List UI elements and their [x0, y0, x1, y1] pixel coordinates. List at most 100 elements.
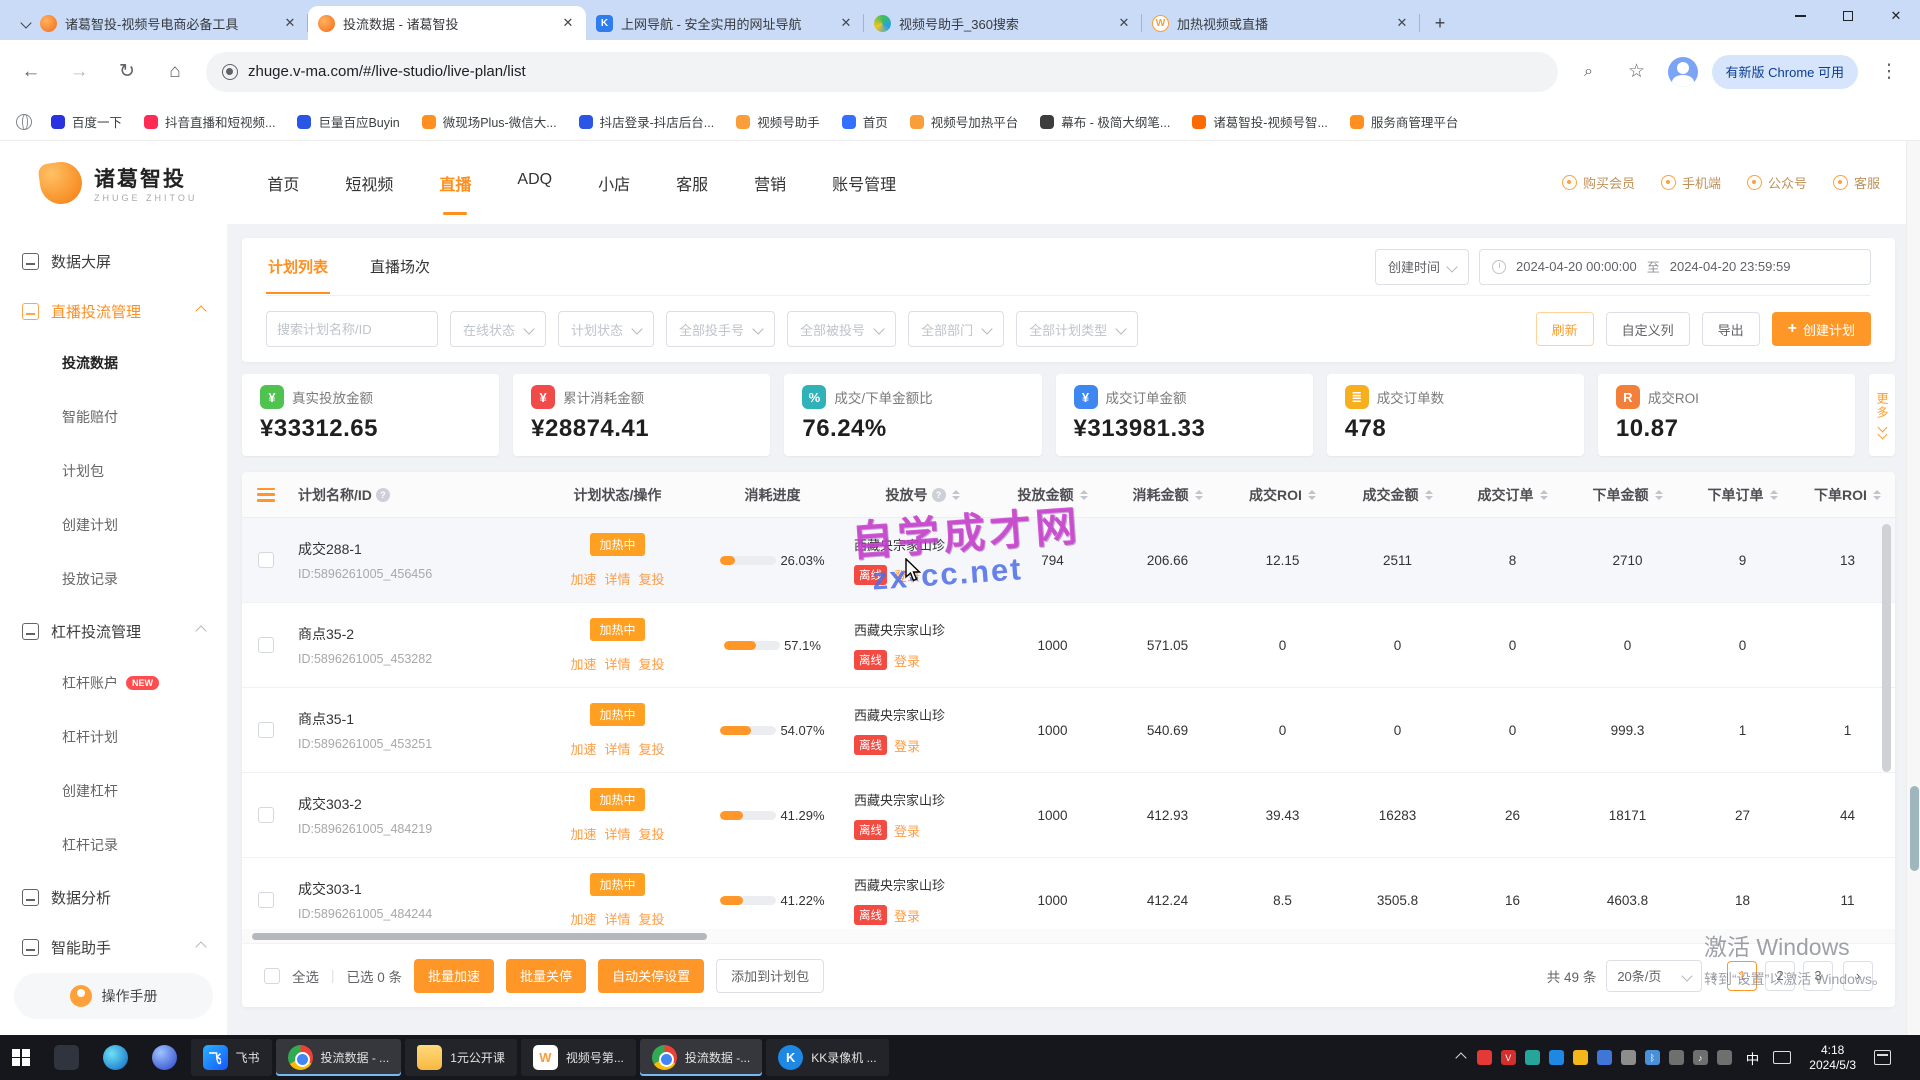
bookmark-item[interactable]: 微现场Plus-微信大...	[413, 108, 566, 135]
login-link[interactable]: 登录	[894, 651, 920, 670]
action-link-详情[interactable]: 详情	[604, 909, 630, 928]
usb-icon[interactable]	[1621, 1050, 1636, 1065]
sort-icon[interactable]	[1540, 490, 1548, 500]
login-link[interactable]: 登录	[894, 906, 920, 925]
speaker-icon[interactable]: ♪	[1693, 1050, 1708, 1065]
page-scrollbar[interactable]	[1906, 141, 1920, 1035]
tab-close-icon[interactable]: ✕	[1394, 15, 1410, 31]
header-link-手机端[interactable]: 手机端	[1661, 173, 1721, 192]
column-header-计划名称/ID[interactable]: 计划名称/ID?	[290, 485, 540, 505]
browser-tab[interactable]: 视频号助手_360搜索✕	[864, 6, 1142, 40]
column-header-成交金额[interactable]: 成交金额	[1340, 485, 1455, 505]
action-link-复投[interactable]: 复投	[639, 654, 665, 673]
bluetooth-icon[interactable]: ᛒ	[1645, 1050, 1660, 1065]
nav-item-小店[interactable]: 小店	[598, 163, 630, 203]
sidebar-subitem-计划包[interactable]: 计划包	[0, 444, 227, 498]
action-link-加速[interactable]: 加速	[570, 654, 596, 673]
header-link-购买会员[interactable]: 购买会员	[1562, 173, 1635, 192]
refresh-button[interactable]: 刷新	[1536, 312, 1594, 346]
nav-item-账号管理[interactable]: 账号管理	[832, 163, 896, 203]
sort-icon[interactable]	[1195, 490, 1203, 500]
page-scrollbar-thumb[interactable]	[1910, 786, 1919, 871]
action-link-加速[interactable]: 加速	[570, 824, 596, 843]
sidebar-item-直播投流管理[interactable]: 直播投流管理	[0, 286, 227, 336]
bookmark-item[interactable]: 视频号助手	[727, 108, 829, 135]
column-header-消耗金额[interactable]: 消耗金额	[1110, 485, 1225, 505]
sidebar-item-智能助手[interactable]: 智能助手	[0, 922, 227, 972]
forward-icon[interactable]: →	[62, 55, 96, 89]
globe-icon[interactable]	[16, 114, 32, 130]
tab-close-icon[interactable]: ✕	[1116, 15, 1132, 31]
bookmark-star-icon[interactable]: ☆	[1620, 55, 1654, 89]
close-button[interactable]: ✕	[1872, 0, 1920, 32]
bookmark-item[interactable]: 抖店登录-抖店后台...	[570, 108, 724, 135]
date-range-picker[interactable]: 2024-04-20 00:00:00 至 2024-04-20 23:59:5…	[1479, 249, 1871, 285]
column-header-投放号[interactable]: 投放号?	[850, 485, 995, 505]
filter-select-全部投手号[interactable]: 全部投手号	[666, 311, 775, 347]
column-header-消耗进度[interactable]: 消耗进度	[695, 485, 850, 505]
taskbar-app-1元公开课[interactable]: 1元公开课	[405, 1039, 517, 1076]
v-app-icon[interactable]: V	[1501, 1050, 1516, 1065]
column-header-下单订单[interactable]: 下单订单	[1685, 485, 1800, 505]
tab-close-icon[interactable]: ✕	[838, 15, 854, 31]
scrollbar-thumb[interactable]	[252, 933, 707, 940]
nav-item-短视频[interactable]: 短视频	[345, 163, 393, 203]
menu-kebab-icon[interactable]: ⋮	[1872, 55, 1906, 89]
browser-tab[interactable]: 投流数据 - 诸葛智投✕	[308, 6, 586, 40]
filter-select-在线状态[interactable]: 在线状态	[450, 311, 546, 347]
action-link-加速[interactable]: 加速	[570, 739, 596, 758]
tab-close-icon[interactable]: ✕	[560, 15, 576, 31]
sort-icon[interactable]	[1425, 490, 1433, 500]
sidebar-item-数据分析[interactable]: 数据分析	[0, 872, 227, 922]
column-header-下单金额[interactable]: 下单金额	[1570, 485, 1685, 505]
row-checkbox[interactable]	[258, 637, 274, 653]
filter-select-全部被投号[interactable]: 全部被投号	[787, 311, 896, 347]
tab-close-icon[interactable]: ✕	[282, 15, 298, 31]
create-plan-button[interactable]: +创建计划	[1772, 312, 1871, 346]
bookmark-item[interactable]: 百度一下	[42, 108, 131, 135]
page-button-1[interactable]: 1	[1727, 961, 1757, 991]
bookmark-item[interactable]: 抖音直播和短视频...	[135, 108, 284, 135]
taskbar-app-投流数据 -...[interactable]: 投流数据 -...	[640, 1039, 762, 1076]
add-to-package-button[interactable]: 添加到计划包	[716, 959, 824, 993]
sidebar-subitem-杠杆账户[interactable]: 杠杆账户NEW	[0, 656, 227, 710]
column-header-成交ROI[interactable]: 成交ROI	[1225, 485, 1340, 505]
browser-ball-button[interactable]	[140, 1035, 189, 1080]
network-icon[interactable]	[1717, 1050, 1732, 1065]
nav-item-客服[interactable]: 客服	[676, 163, 708, 203]
new-tab-button[interactable]: +	[1426, 9, 1454, 37]
page-button-2[interactable]: 2	[1765, 961, 1795, 991]
home-icon[interactable]: ⌂	[158, 55, 192, 89]
table-menu-icon[interactable]	[257, 488, 275, 502]
header-link-客服[interactable]: 客服	[1833, 173, 1880, 192]
zhuge-logo-icon[interactable]	[37, 159, 84, 206]
nav-item-首页[interactable]: 首页	[267, 163, 299, 203]
bookmark-item[interactable]: 幕布 - 极简大纲笔...	[1031, 108, 1179, 135]
chrome-update-button[interactable]: 有新版 Chrome 可用	[1712, 55, 1858, 89]
action-link-加速[interactable]: 加速	[570, 909, 596, 928]
sidebar-subitem-杠杆记录[interactable]: 杠杆记录	[0, 818, 227, 872]
taskbar-app-飞书[interactable]: 飞飞书	[191, 1039, 272, 1076]
search-input[interactable]	[266, 311, 438, 347]
maximize-button[interactable]	[1824, 0, 1872, 32]
site-settings-icon[interactable]	[222, 64, 238, 80]
batch-button-自动关停设置[interactable]: 自动关停设置	[598, 959, 704, 993]
sort-icon[interactable]	[1655, 490, 1663, 500]
url-text[interactable]: zhuge.v-ma.com/#/live-studio/live-plan/l…	[248, 63, 526, 80]
action-link-复投[interactable]: 复投	[639, 739, 665, 758]
export-button[interactable]: 导出	[1702, 312, 1760, 346]
table-horizontal-scrollbar[interactable]	[242, 929, 1895, 943]
ime-indicator[interactable]: 中	[1742, 1048, 1764, 1068]
taskbar-app-视频号第...[interactable]: W视频号第...	[521, 1039, 636, 1076]
battery-icon[interactable]	[1669, 1050, 1684, 1065]
sidebar-subitem-投流数据[interactable]: 投流数据	[0, 336, 227, 390]
bookmark-item[interactable]: 服务商管理平台	[1341, 108, 1468, 135]
sidebar-item-数据大屏[interactable]: 数据大屏	[0, 236, 227, 286]
tab-plan-list[interactable]: 计划列表	[266, 239, 330, 294]
sidebar-item-杠杆投流管理[interactable]: 杠杆投流管理	[0, 606, 227, 656]
minimize-button[interactable]	[1776, 0, 1824, 32]
keyboard-icon[interactable]	[1773, 1051, 1791, 1064]
table-vertical-scrollbar[interactable]	[1882, 524, 1891, 772]
sort-dropdown[interactable]: 创建时间	[1375, 249, 1469, 285]
teal-app-icon[interactable]	[1525, 1050, 1540, 1065]
